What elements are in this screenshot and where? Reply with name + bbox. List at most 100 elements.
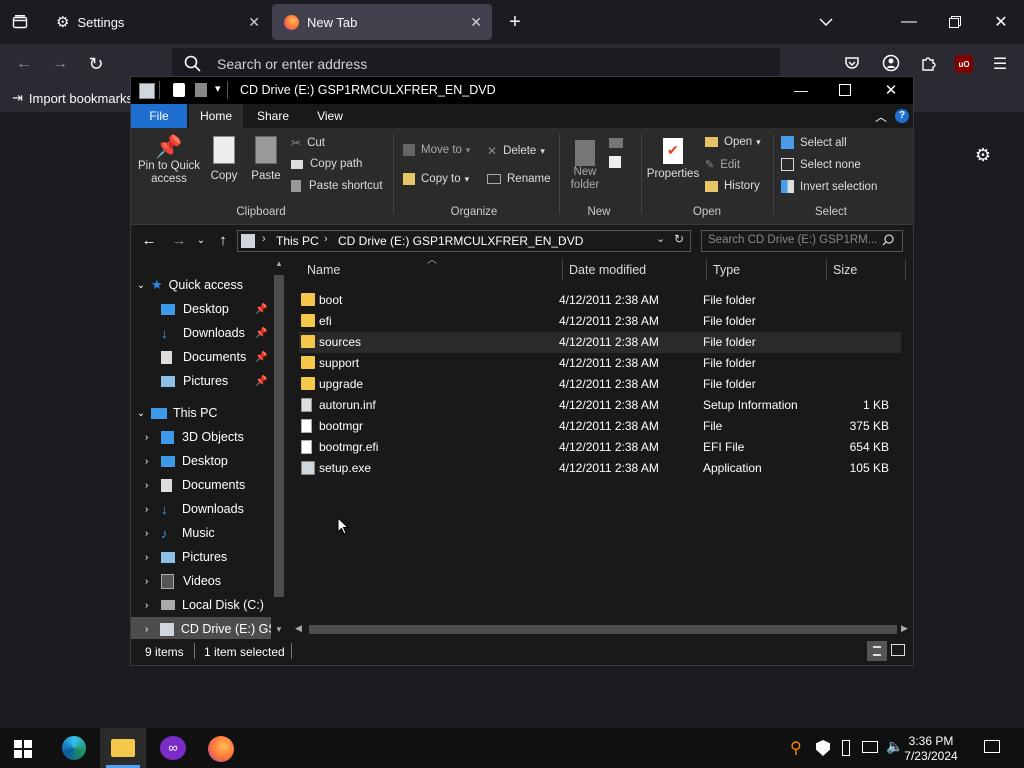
copy-button[interactable]: Copy [207,134,241,198]
column-name[interactable]: Name [307,259,340,281]
tab-new-tab[interactable]: New Tab ✕ [272,4,492,40]
refresh-icon[interactable]: ↻ [674,232,684,246]
tab-file[interactable]: File [131,104,187,128]
file-row[interactable]: setup.exe 4/12/2011 2:38 AM Application 105… [299,458,901,479]
column-divider[interactable] [826,259,827,281]
address-dropdown-icon[interactable]: ⌄ [656,232,665,245]
breadcrumb-cd-drive[interactable]: CD Drive (E:) GSP1RMCULXFRER_EN_DVD [338,234,583,248]
nav-music[interactable]: › ♪ Music [131,521,271,545]
delete-button[interactable]: ✕ Delete ▾ [487,144,545,158]
nav-documents[interactable]: › Documents [131,473,271,497]
scroll-right-icon[interactable]: ▶ [901,623,908,634]
column-type[interactable]: Type [713,259,740,281]
collapsed-chevron-icon[interactable]: › [145,600,161,611]
search-magnifier-icon[interactable]: ⚲ [790,738,802,758]
menu-hamburger-icon[interactable]: ☰ [988,52,1012,76]
column-divider[interactable] [905,259,906,281]
close-window-icon[interactable]: ✕ [881,80,901,100]
tab-settings[interactable]: ⚙ Settings ✕ [44,4,270,40]
nav-scroll-thumb[interactable] [274,275,284,597]
copy-path-button[interactable]: Copy path [291,158,362,170]
pin-to-quick-access-button[interactable]: 📌 Pin to Quick access [135,134,203,198]
column-size[interactable]: Size [833,259,857,281]
extensions-icon[interactable] [919,54,943,76]
forward-arrow-icon[interactable]: → [48,52,72,76]
close-tab-icon[interactable]: ✕ [248,14,260,31]
file-row[interactable]: bootmgr.efi 4/12/2011 2:38 AM EFI File 654 … [299,437,901,458]
reload-icon[interactable]: ↻ [84,52,108,76]
chevron-down-icon[interactable] [815,10,837,34]
expand-chevron-icon[interactable]: ⌄ [131,280,151,291]
collapsed-chevron-icon[interactable]: › [145,528,161,539]
nav-videos[interactable]: › Videos [131,569,271,593]
recent-locations-chevron-icon[interactable]: ⌄ [195,231,207,249]
paste-button[interactable]: Paste [247,134,285,198]
nav-desktop[interactable]: › Desktop [131,449,271,473]
back-arrow-icon[interactable]: ← [139,231,159,249]
windows-start-icon[interactable] [14,740,32,761]
nav-quick-access[interactable]: ⌄ ★ Quick access [131,273,271,297]
account-icon[interactable] [882,54,906,76]
collapsed-chevron-icon[interactable]: › [145,456,161,467]
close-window-icon[interactable]: ✕ [990,10,1012,34]
notification-center-icon[interactable] [984,740,1000,753]
properties-quick-icon[interactable] [173,83,185,97]
page-settings-gear-icon[interactable]: ⚙ [972,144,994,166]
select-none-button[interactable]: Select none [781,158,861,171]
collapsed-chevron-icon[interactable]: › [145,552,161,563]
edit-button[interactable]: ✎ Edit [705,158,740,172]
usb-device-icon[interactable] [842,740,850,756]
collapsed-chevron-icon[interactable]: › [145,576,161,587]
back-arrow-icon[interactable]: ← [12,52,36,76]
move-to-button[interactable]: Move to ▾ [403,144,470,156]
clock[interactable]: 3:36 PM 7/23/2024 [900,734,962,764]
tab-list-icon[interactable] [6,10,34,34]
maximize-window-icon[interactable] [839,84,851,96]
cut-button[interactable]: ✂ Cut [291,136,325,150]
column-divider[interactable] [562,259,563,281]
copy-to-button[interactable]: Copy to ▾ [403,173,469,185]
horizontal-scrollbar[interactable]: ◀ ▶ [291,621,911,637]
nav-scrollbar[interactable]: ▲ ▼ [271,257,287,639]
edge-icon[interactable] [62,736,86,760]
new-folder-button[interactable]: New folder [563,134,607,198]
close-tab-icon[interactable]: ✕ [470,14,482,31]
restore-window-icon[interactable] [944,10,966,34]
collapse-ribbon-icon[interactable]: ︿ [875,108,887,125]
details-view-button[interactable] [867,641,887,661]
file-row[interactable]: boot 4/12/2011 2:38 AM File folder [299,290,901,311]
minimize-window-icon[interactable]: — [791,80,811,100]
vpn-app-icon[interactable]: ∞ [160,736,186,760]
nav-pictures[interactable]: › Pictures [131,545,271,569]
collapsed-chevron-icon[interactable]: › [145,624,160,635]
nav-local-disk-c[interactable]: › Local Disk (C:) [131,593,271,617]
expand-chevron-icon[interactable]: ⌄ [131,408,151,419]
file-explorer-taskbar-button[interactable] [100,728,146,768]
pocket-icon[interactable] [843,54,867,76]
rename-button[interactable]: Rename [487,173,550,185]
nav-downloads[interactable]: › ↓ Downloads [131,497,271,521]
customize-toolbar-icon[interactable]: ▾ [215,82,221,95]
nav-quick-pictures[interactable]: Pictures 📌 [131,369,271,393]
nav-quick-desktop[interactable]: Desktop 📌 [131,297,271,321]
invert-selection-button[interactable]: Invert selection [781,180,877,193]
ublock-origin-icon[interactable]: uO [955,55,973,73]
column-divider[interactable] [706,259,707,281]
new-folder-quick-icon[interactable] [195,83,207,97]
nav-cd-drive-e[interactable]: › CD Drive (E:) GSP [131,617,285,639]
breadcrumb-this-pc[interactable]: This PC [276,234,319,248]
collapsed-chevron-icon[interactable]: › [145,480,161,491]
forward-arrow-icon[interactable]: → [169,231,189,249]
nav-quick-downloads[interactable]: ↓ Downloads 📌 [131,321,271,345]
minimize-window-icon[interactable]: — [898,10,920,34]
large-icons-view-icon[interactable] [891,644,905,656]
scroll-left-icon[interactable]: ◀ [295,623,302,634]
up-arrow-icon[interactable]: ↑ [213,231,233,249]
file-row[interactable]: sources 4/12/2011 2:38 AM File folder [299,332,901,353]
open-button[interactable]: Open ▾ [705,136,761,148]
collapsed-chevron-icon[interactable]: › [145,432,161,443]
import-bookmarks-button[interactable]: ⇥ Import bookmarks… [12,90,146,106]
properties-button[interactable]: ✔ Properties [645,134,701,198]
file-row[interactable]: support 4/12/2011 2:38 AM File folder [299,353,901,374]
firefox-icon[interactable] [208,736,234,762]
